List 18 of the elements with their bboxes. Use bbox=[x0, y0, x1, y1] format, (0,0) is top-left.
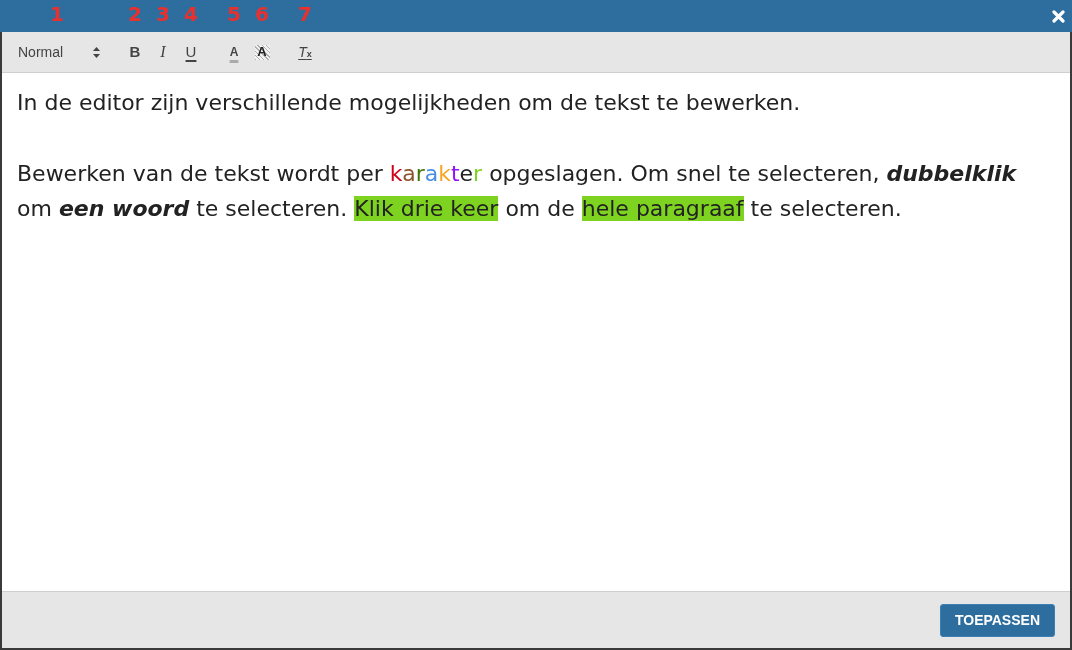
callout-number: 5 bbox=[227, 2, 241, 26]
clear-format-button[interactable]: T$_{x}$ bbox=[291, 40, 319, 64]
callout-number: 4 bbox=[184, 2, 198, 26]
up-down-caret-icon bbox=[93, 46, 100, 58]
text-color-button[interactable]: A bbox=[220, 40, 248, 64]
italic-button[interactable]: I bbox=[149, 40, 177, 64]
apply-button[interactable]: TOEPASSEN bbox=[939, 603, 1055, 637]
close-icon[interactable] bbox=[1052, 9, 1065, 23]
callout-number: 1 bbox=[50, 2, 64, 26]
background-color-button[interactable]: A bbox=[248, 40, 276, 64]
callout-number: 7 bbox=[298, 2, 312, 26]
underline-button[interactable]: U bbox=[177, 40, 205, 64]
callout-number: 6 bbox=[255, 2, 269, 26]
bold-button[interactable]: B bbox=[121, 40, 149, 64]
paragraph-text: In de editor zijn verschillende mogelijkheden om de tekst te bewerken. bbox=[17, 89, 802, 117]
callout-number: 3 bbox=[156, 2, 170, 26]
heading-select[interactable]: Normal bbox=[8, 40, 106, 64]
callout-number: 2 bbox=[128, 2, 142, 26]
